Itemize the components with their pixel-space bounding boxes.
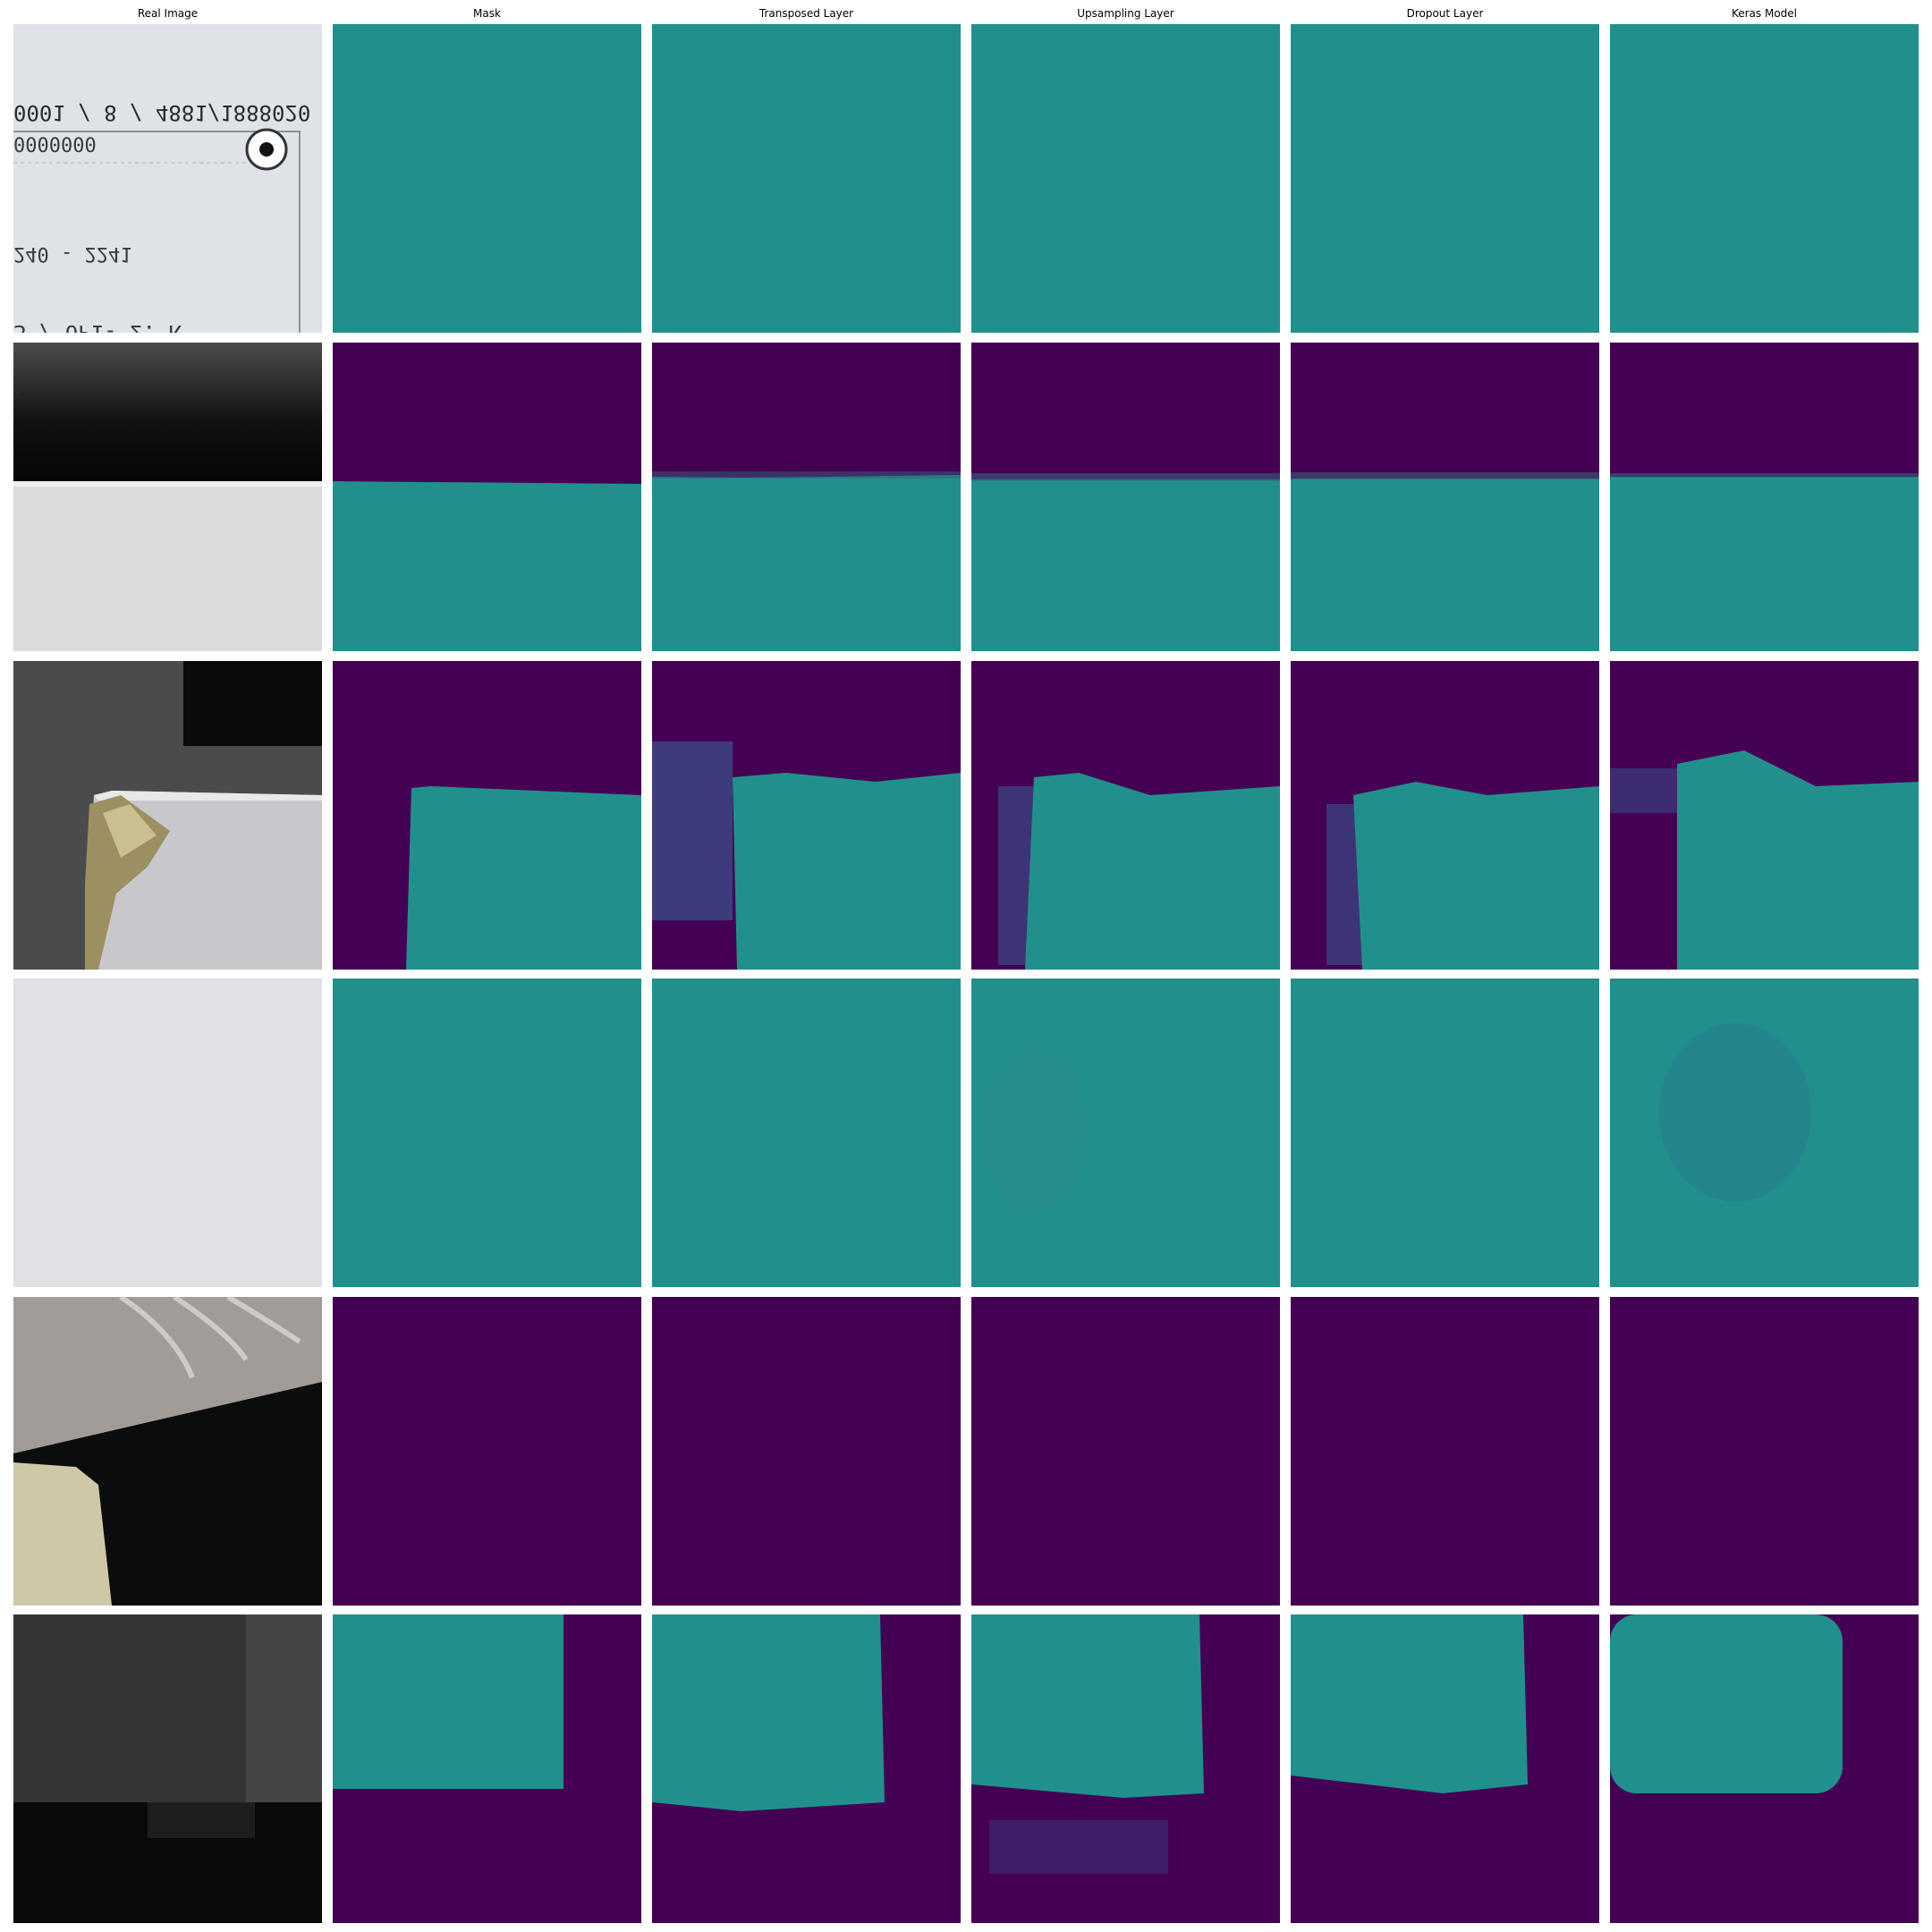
keras-model-tile bbox=[1610, 24, 1919, 333]
dropout-layer-tile bbox=[1291, 1614, 1599, 1923]
transposed-layer-tile bbox=[652, 661, 961, 970]
dropout-layer-tile bbox=[1291, 661, 1599, 970]
dropout-layer-tile bbox=[1291, 1297, 1599, 1606]
dropout-layer-tile bbox=[1291, 343, 1599, 651]
dropout-layer-tile bbox=[1291, 979, 1599, 1287]
column-title-keras-model: Keras Model bbox=[1731, 7, 1798, 20]
upsampling-layer-tile bbox=[971, 343, 1280, 651]
real-image-tile bbox=[13, 979, 322, 1287]
mask-tile bbox=[333, 1297, 641, 1606]
mask-tile bbox=[333, 661, 641, 970]
label-text-line4: 3 / OPI- 2: K bbox=[13, 320, 182, 333]
results-grid: Real Image Mask Transposed Layer Upsampl… bbox=[0, 0, 1932, 1932]
column-title-transposed-layer: Transposed Layer bbox=[758, 7, 854, 20]
keras-model-tile bbox=[1610, 1297, 1919, 1606]
column-title-real-image: Real Image bbox=[137, 7, 199, 20]
transposed-layer-tile bbox=[652, 1614, 961, 1923]
transposed-layer-tile bbox=[652, 979, 961, 1287]
mask-tile bbox=[333, 979, 641, 1287]
transposed-layer-tile bbox=[652, 1297, 961, 1606]
column-title-mask: Mask bbox=[473, 7, 501, 20]
upsampling-layer-tile bbox=[971, 1614, 1280, 1923]
real-image-tile: 0001 / 8 / 4881/1888020 0000000 240 - 22… bbox=[13, 24, 322, 333]
label-text-line1: 0001 / 8 / 4881/1888020 bbox=[13, 100, 310, 125]
mask-tile bbox=[333, 1614, 641, 1923]
real-image-corner-photo bbox=[13, 661, 322, 970]
real-image-tile bbox=[13, 661, 322, 970]
transposed-layer-tile bbox=[652, 343, 961, 651]
column-title-dropout-layer: Dropout Layer bbox=[1406, 7, 1484, 20]
upsampling-layer-tile bbox=[971, 661, 1280, 970]
upsampling-layer-tile bbox=[971, 1297, 1280, 1606]
keras-model-tile bbox=[1610, 661, 1919, 970]
real-image-edge-photo bbox=[13, 343, 322, 651]
real-image-tile bbox=[13, 1614, 322, 1923]
upsampling-layer-tile bbox=[971, 979, 1280, 1287]
mask-tile bbox=[333, 24, 641, 333]
transposed-layer-tile bbox=[652, 24, 961, 333]
real-image-roll-photo bbox=[13, 1297, 322, 1606]
dropout-layer-tile bbox=[1291, 24, 1599, 333]
real-image-tile bbox=[13, 343, 322, 651]
mask-tile bbox=[333, 343, 641, 651]
real-image-label-photo: 0001 / 8 / 4881/1888020 0000000 240 - 22… bbox=[13, 24, 322, 333]
upsampling-layer-tile bbox=[971, 24, 1280, 333]
label-text-line2: 0000000 bbox=[13, 135, 97, 157]
column-title-upsampling-layer: Upsampling Layer bbox=[1077, 7, 1174, 20]
keras-model-tile bbox=[1610, 343, 1919, 651]
label-text-line3: 240 - 2241 bbox=[13, 242, 131, 265]
real-image-plain-photo bbox=[13, 979, 322, 1287]
keras-model-tile bbox=[1610, 1614, 1919, 1923]
keras-model-tile bbox=[1610, 979, 1919, 1287]
real-image-block-photo bbox=[13, 1614, 322, 1923]
real-image-tile bbox=[13, 1297, 322, 1606]
